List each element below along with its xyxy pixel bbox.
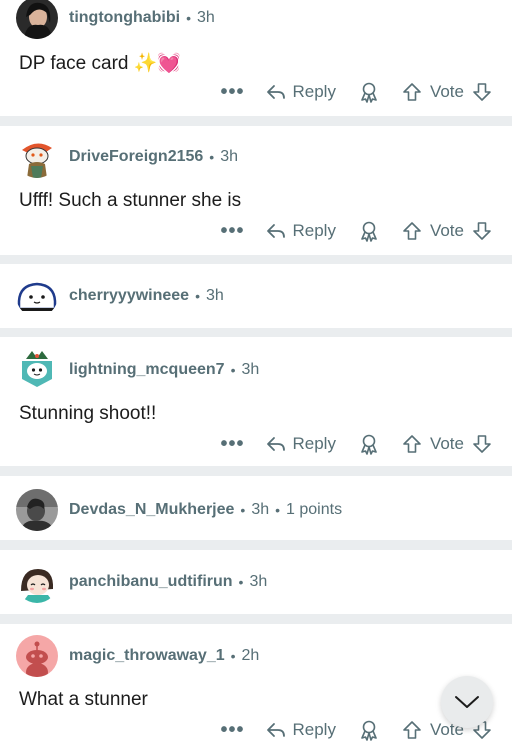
reply-arrow-icon <box>267 723 286 737</box>
reply-label: Reply <box>292 221 336 240</box>
timestamp: 3h <box>196 9 215 26</box>
vote-label: Vote <box>429 82 464 101</box>
upvote-arrow-icon[interactable] <box>402 221 422 241</box>
timestamp: 3h <box>251 501 270 518</box>
separator: • <box>195 288 200 304</box>
comment-collapsed[interactable]: panchibanu_udtifirun • 3h <box>0 550 512 614</box>
timestamp: 2h <box>241 647 260 664</box>
reply-button[interactable]: Reply <box>266 720 336 740</box>
separator: • <box>230 362 236 378</box>
vote-control: Vote <box>402 82 492 102</box>
comment: tingtonghabibi • 3h DP face card ✨💓 ••• … <box>0 0 512 116</box>
timestamp: 3h <box>241 361 260 378</box>
separator: • <box>209 149 215 165</box>
downvote-arrow-icon[interactable] <box>472 82 492 102</box>
reply-arrow-icon <box>267 437 286 451</box>
award-icon <box>361 221 377 242</box>
downvote-arrow-icon[interactable] <box>472 434 492 454</box>
reply-label: Reply <box>292 720 336 739</box>
vote-control: Vote <box>402 434 492 454</box>
separator: • <box>238 574 244 590</box>
reply-label: Reply <box>292 434 336 453</box>
separator: • <box>230 648 236 664</box>
scroll-down-button[interactable] <box>441 676 493 728</box>
comment-text: What a stunner <box>19 689 148 710</box>
timestamp: 3h <box>249 573 268 590</box>
separator: • <box>240 502 246 518</box>
separator: • <box>186 10 191 26</box>
award-button[interactable] <box>358 433 380 455</box>
comment: magic_throwaway_1 • 2h What a stunner ••… <box>0 624 512 754</box>
timestamp: 3h <box>205 287 224 304</box>
avatar[interactable] <box>16 136 58 178</box>
comment-actions: ••• Reply Vote <box>220 430 492 458</box>
avatar[interactable] <box>16 349 58 391</box>
comment-collapsed[interactable]: cherryyywineee • 3h <box>0 264 512 328</box>
downvote-arrow-icon[interactable] <box>472 221 492 241</box>
username[interactable]: lightning_mcqueen7 <box>69 361 225 379</box>
timestamp: 3h <box>220 148 238 165</box>
comment-actions: ••• Reply Vote <box>220 217 492 245</box>
comment-text: DP face card ✨💓 <box>19 53 182 74</box>
more-horizontal-icon[interactable]: ••• <box>220 720 244 740</box>
username[interactable]: Devdas_N_Mukherjee <box>69 501 234 519</box>
more-horizontal-icon[interactable]: ••• <box>220 221 244 241</box>
avatar[interactable] <box>16 0 58 39</box>
award-button[interactable] <box>358 81 380 103</box>
separator: • <box>275 502 281 518</box>
username[interactable]: tingtonghabibi <box>69 9 180 27</box>
username[interactable]: cherryyywineee <box>69 287 189 305</box>
comment-text: Ufff! Such a stunner she is <box>19 190 242 211</box>
comment-text: Stunning shoot!! <box>19 403 157 424</box>
more-horizontal-icon[interactable]: ••• <box>220 434 244 454</box>
avatar[interactable] <box>16 489 58 531</box>
reply-button[interactable]: Reply <box>266 221 336 241</box>
reply-button[interactable]: Reply <box>266 434 336 454</box>
vote-label: Vote <box>429 221 464 240</box>
upvote-arrow-icon[interactable] <box>402 82 422 102</box>
comment: lightning_mcqueen7 • 3h Stunning shoot!!… <box>0 337 512 466</box>
upvote-arrow-icon[interactable] <box>402 720 422 740</box>
comment-collapsed[interactable]: Devdas_N_Mukherjee • 3h • 1 points <box>0 476 512 540</box>
username[interactable]: magic_throwaway_1 <box>69 647 225 665</box>
chevron-down-icon <box>455 696 479 708</box>
vote-label: Vote <box>429 434 464 453</box>
points-count: 1 points <box>286 501 343 518</box>
comment-actions: ••• Reply Vote <box>220 78 492 106</box>
award-icon <box>361 434 377 455</box>
award-button[interactable] <box>358 220 380 242</box>
award-icon <box>361 720 377 741</box>
username[interactable]: DriveForeign2156 <box>69 148 203 166</box>
vote-control: Vote <box>402 221 492 241</box>
reply-label: Reply <box>292 82 336 101</box>
comment: DriveForeign2156 • 3h Ufff! Such a stunn… <box>0 126 512 255</box>
more-horizontal-icon[interactable]: ••• <box>220 82 244 102</box>
reply-arrow-icon <box>267 85 286 99</box>
avatar[interactable] <box>16 275 58 317</box>
avatar[interactable] <box>16 561 58 603</box>
avatar[interactable] <box>16 635 58 677</box>
award-button[interactable] <box>358 719 380 741</box>
reply-button[interactable]: Reply <box>266 82 336 102</box>
username[interactable]: panchibanu_udtifirun <box>69 573 233 591</box>
award-icon <box>361 82 377 103</box>
reply-arrow-icon <box>267 224 286 238</box>
upvote-arrow-icon[interactable] <box>402 434 422 454</box>
